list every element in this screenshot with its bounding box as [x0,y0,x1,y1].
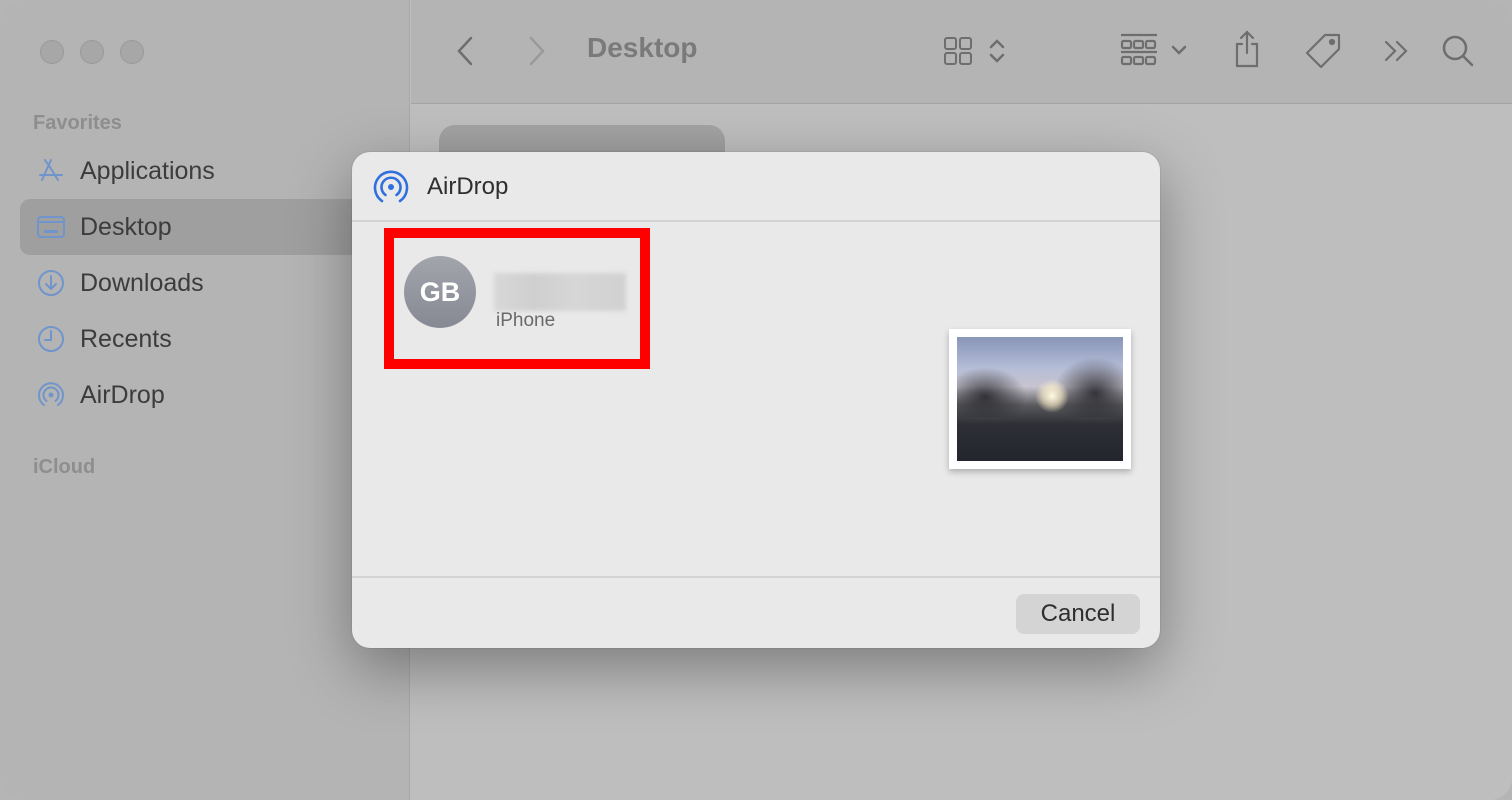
cancel-button[interactable]: Cancel [1016,594,1140,634]
section-title-icloud: iCloud [33,456,96,478]
sidebar-item-label: AirDrop [80,380,165,409]
applications-icon [36,156,66,186]
sidebar: Favorites Applications Desktop Downloads… [0,0,410,800]
photo-thumbnail [949,329,1131,469]
sidebar-item-label: Recents [80,324,172,353]
desktop-icon [36,212,66,242]
forward-icon[interactable] [523,34,551,68]
photo-image [957,337,1123,461]
avatar: GB [404,256,476,328]
toolbar: Desktop [411,0,1512,104]
minimize-button[interactable] [80,40,104,64]
device-name-redacted [494,273,626,311]
downloads-icon [36,268,66,298]
dialog-title: AirDrop [427,173,509,200]
airdrop-device[interactable]: GB iPhone [384,228,650,369]
airdrop-icon [36,380,66,410]
airdrop-icon [372,168,410,206]
icon-view-icon[interactable] [942,35,974,67]
view-options-chevron-icon[interactable] [987,36,1007,66]
group-chevron-icon[interactable] [1169,42,1189,58]
section-title-favorites: Favorites [33,112,122,134]
airdrop-dialog: AirDrop GB iPhone Cancel [352,152,1160,648]
dialog-header: AirDrop [352,152,1160,222]
zoom-button[interactable] [120,40,144,64]
share-icon[interactable] [1231,28,1263,70]
sidebar-item-label: Downloads [80,268,204,297]
close-button[interactable] [40,40,64,64]
window-controls [40,40,144,64]
group-icon[interactable] [1119,32,1159,70]
recents-icon [36,324,66,354]
dialog-divider [352,576,1160,578]
tag-icon[interactable] [1304,30,1344,70]
search-icon[interactable] [1441,34,1475,68]
device-type: iPhone [496,310,556,331]
sidebar-item-label: Desktop [80,212,172,241]
back-icon[interactable] [451,34,479,68]
sidebar-item-label: Applications [80,156,215,185]
window-title: Desktop [587,32,698,63]
more-icon[interactable] [1383,38,1411,64]
